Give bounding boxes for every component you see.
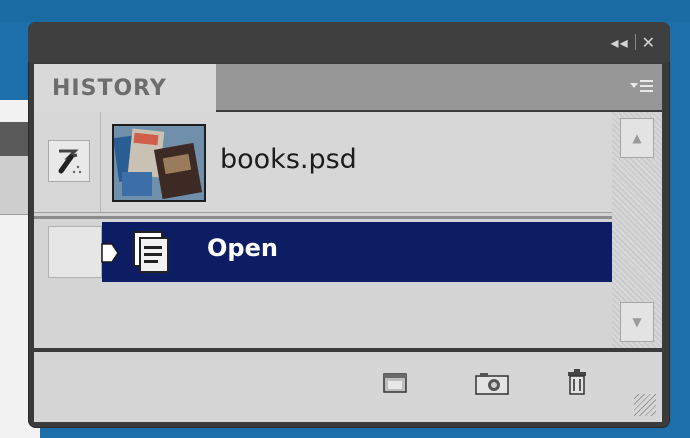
state-source-checkbox[interactable] (48, 226, 102, 278)
panel-footer (34, 352, 662, 422)
titlebar-buttons: ◂◂ ✕ (611, 31, 656, 53)
vertical-scrollbar[interactable]: ▲ ▼ (612, 112, 662, 348)
panel-menu-icon[interactable] (628, 74, 656, 100)
row-divider (100, 112, 101, 212)
history-brush-source-icon[interactable] (48, 140, 90, 182)
desktop-background (0, 0, 690, 22)
history-panel: ◂◂ ✕ HISTORY books.psd Open ▲ ▼ (28, 22, 670, 428)
state-label: Open (207, 234, 278, 262)
tab-history-label: HISTORY (52, 75, 167, 101)
open-document-icon (133, 231, 169, 273)
state-pointer-icon (101, 243, 119, 263)
close-icon[interactable]: ✕ (642, 33, 656, 52)
titlebar-separator (634, 34, 636, 50)
resize-grip-icon[interactable] (634, 394, 656, 416)
history-state-row[interactable]: Open (34, 222, 612, 282)
delete-state-icon[interactable] (560, 366, 594, 400)
collapse-icon[interactable]: ◂◂ (611, 33, 629, 52)
snapshot-thumbnail (112, 124, 206, 202)
panel-titlebar[interactable]: ◂◂ ✕ (28, 22, 670, 62)
scroll-up-button[interactable]: ▲ (620, 118, 654, 158)
snapshot-state-separator (34, 216, 612, 219)
history-list: books.psd Open ▲ ▼ (34, 112, 662, 348)
scroll-down-button[interactable]: ▼ (620, 302, 654, 342)
snapshot-name: books.psd (220, 144, 357, 175)
state-selection-highlight (102, 222, 612, 282)
snapshot-row[interactable]: books.psd (34, 112, 612, 213)
new-document-from-state-icon[interactable] (378, 366, 412, 400)
create-snapshot-icon[interactable] (472, 366, 509, 400)
tab-row: HISTORY (34, 64, 662, 112)
tab-history[interactable]: HISTORY (34, 64, 216, 112)
